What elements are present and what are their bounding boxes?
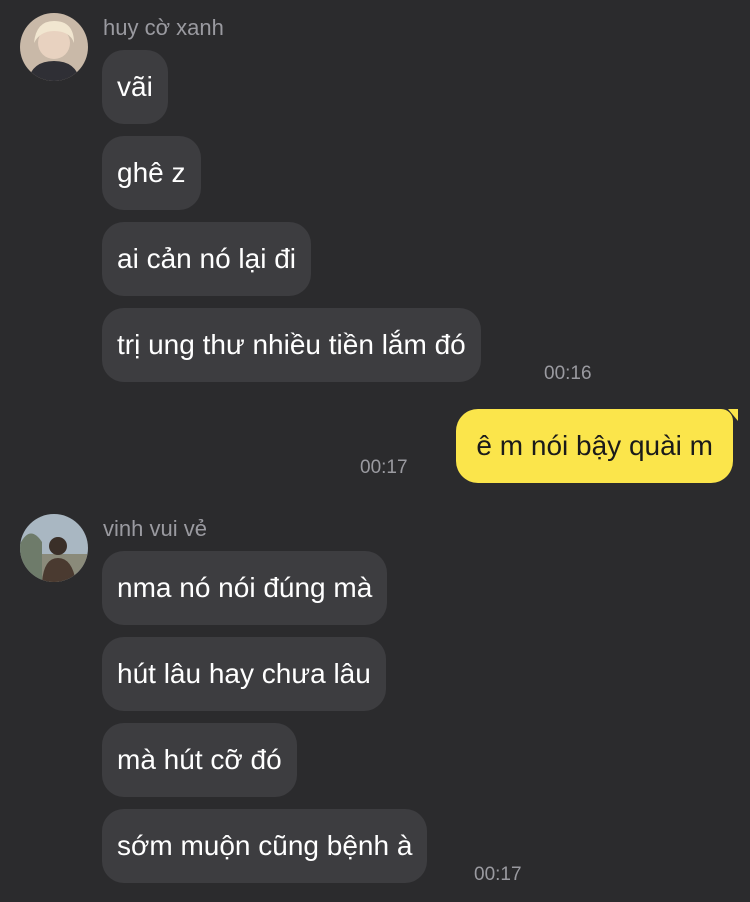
message-bubble[interactable]: sớm muộn cũng bệnh à <box>102 809 428 883</box>
message-bubble[interactable]: hút lâu hay chưa lâu <box>102 637 386 711</box>
user-avatar-outdoor-photo-icon[interactable] <box>20 514 88 582</box>
chat-conversation: huy cờ xanh vãi ghê z ai cản nó lại đi t… <box>0 0 750 902</box>
message-timestamp: 00:17 <box>474 864 522 885</box>
message-timestamp: 00:17 <box>360 457 408 478</box>
bubble-tail <box>728 409 738 421</box>
user-avatar-blond-hair-icon[interactable] <box>20 13 88 81</box>
sender-name: huy cờ xanh <box>103 15 224 40</box>
message-bubble[interactable]: ghê z <box>102 136 201 210</box>
message-bubble[interactable]: ai cản nó lại đi <box>102 222 312 296</box>
message-bubble[interactable]: mà hút cỡ đó <box>102 723 297 797</box>
my-message-bubble[interactable]: ê m nói bậy quài m <box>456 409 733 483</box>
message-bubble[interactable]: vãi <box>102 50 168 124</box>
message-bubble[interactable]: nma nó nói đúng mà <box>102 551 388 625</box>
sender-name: vinh vui vẻ <box>103 516 207 541</box>
message-bubble[interactable]: trị ung thư nhiều tiền lắm đó <box>102 308 481 382</box>
message-timestamp: 00:16 <box>544 363 592 384</box>
